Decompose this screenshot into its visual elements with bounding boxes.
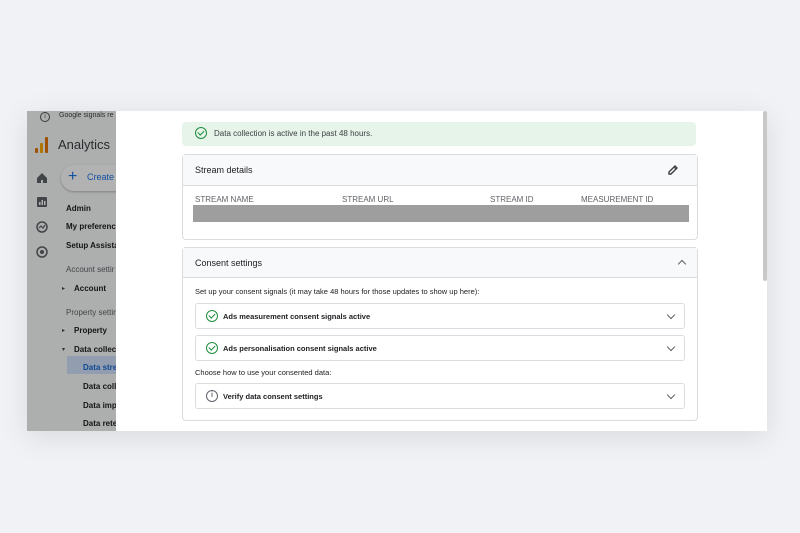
- column-stream-name: STREAM NAME: [195, 195, 254, 204]
- ads-personalisation-expander[interactable]: Ads personalisation consent signals acti…: [195, 335, 685, 361]
- chevron-down-icon[interactable]: [666, 310, 676, 320]
- stream-details-title: Stream details: [195, 165, 253, 175]
- data-collection-alert: Data collection is active in the past 48…: [182, 122, 696, 146]
- choose-consent-text: Choose how to use your consented data:: [195, 368, 332, 377]
- consent-settings-card: Consent settings Set up your consent sig…: [182, 247, 698, 421]
- ads-personalisation-label: Ads personalisation consent signals acti…: [223, 344, 377, 353]
- consent-settings-header[interactable]: Consent settings: [183, 248, 697, 278]
- edit-icon[interactable]: [667, 164, 679, 176]
- column-measurement-id: MEASUREMENT ID: [581, 195, 654, 204]
- check-circle-icon: [206, 342, 218, 354]
- info-icon: i: [206, 390, 218, 402]
- chevron-down-icon[interactable]: [666, 390, 676, 400]
- consent-settings-title: Consent settings: [195, 258, 263, 268]
- stream-details-card: Stream details STREAM NAME STREAM URL ST…: [182, 154, 698, 240]
- verify-consent-expander[interactable]: i Verify data consent settings: [195, 383, 685, 409]
- column-stream-id: STREAM ID: [490, 195, 534, 204]
- chevron-up-icon[interactable]: [677, 259, 687, 269]
- alert-text: Data collection is active in the past 48…: [214, 129, 373, 138]
- chevron-down-icon[interactable]: [666, 342, 676, 352]
- app-window: i Google signals re Analytics + Create A…: [27, 111, 767, 431]
- ads-measurement-label: Ads measurement consent signals active: [223, 312, 371, 321]
- column-stream-url: STREAM URL: [342, 195, 394, 204]
- check-circle-icon: [195, 127, 207, 139]
- verify-consent-label: Verify data consent settings: [223, 392, 323, 401]
- stream-details-panel: Data collection is active in the past 48…: [116, 111, 767, 431]
- ads-measurement-expander[interactable]: Ads measurement consent signals active: [195, 303, 685, 329]
- panel-scrollbar[interactable]: [763, 111, 767, 281]
- stream-details-header: Stream details: [183, 155, 697, 186]
- check-circle-icon: [206, 310, 218, 322]
- consent-intro-text: Set up your consent signals (it may take…: [195, 287, 480, 296]
- redacted-stream-row: [193, 205, 689, 222]
